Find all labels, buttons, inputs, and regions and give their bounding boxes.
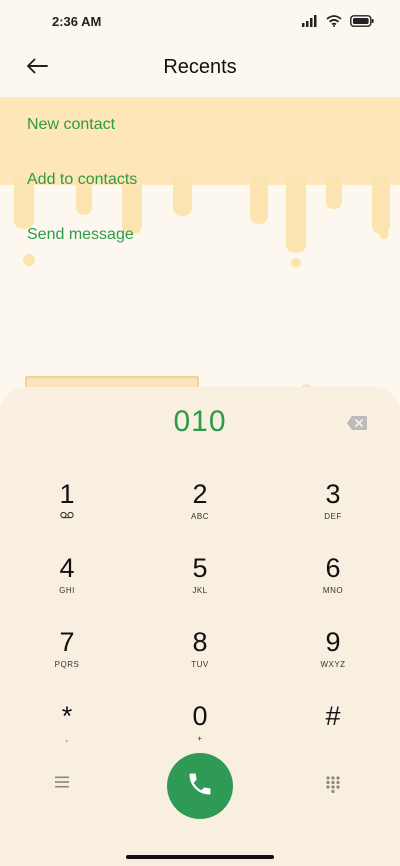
add-to-contacts-action[interactable]: Add to contacts [0, 152, 400, 207]
key-digit: 0 [192, 701, 208, 731]
menu-button[interactable] [54, 775, 76, 797]
phone-icon [186, 770, 214, 803]
backspace-icon [346, 416, 368, 435]
key-digit: 6 [325, 553, 341, 583]
dialpad-toggle-button[interactable] [325, 775, 347, 797]
status-time: 2:36 AM [52, 14, 102, 29]
header: Recents [0, 44, 400, 92]
key-4[interactable]: 4 GHI [7, 553, 127, 619]
status-bar: 2:36 AM [0, 0, 400, 44]
key-letters: GHI [59, 586, 75, 595]
key-1[interactable]: 1 [7, 479, 127, 545]
call-button[interactable] [167, 753, 233, 819]
key-digit: 2 [192, 479, 208, 509]
key-letters: WXYZ [320, 660, 346, 669]
key-letters: JKL [192, 586, 208, 595]
key-digit: 4 [59, 553, 75, 583]
key-letters: PQRS [54, 660, 80, 669]
key-8[interactable]: 8 TUV [140, 627, 260, 693]
home-indicator[interactable] [126, 855, 274, 859]
key-5[interactable]: 5 JKL [140, 553, 260, 619]
key-letters: , [65, 734, 69, 743]
voicemail-icon [7, 511, 127, 523]
menu-icon [54, 776, 70, 793]
key-letters: DEF [324, 512, 342, 521]
key-letters: + [197, 734, 203, 743]
key-digit: 8 [192, 627, 208, 657]
signal-icon [302, 14, 318, 32]
dialpad-icon [325, 776, 341, 797]
wifi-icon [326, 14, 342, 32]
key-digit: * [61, 701, 73, 731]
key-7[interactable]: 7 PQRS [7, 627, 127, 693]
page-title: Recents [163, 56, 237, 78]
send-message-action[interactable]: Send message [0, 207, 400, 262]
new-contact-action[interactable]: New contact [0, 97, 400, 152]
key-digit: 9 [325, 627, 341, 657]
status-icons [302, 14, 374, 32]
key-digit: 7 [59, 627, 75, 657]
key-9[interactable]: 9 WXYZ [273, 627, 393, 693]
key-letters: TUV [191, 660, 209, 669]
key-letters: ABC [191, 512, 209, 521]
key-6[interactable]: 6 MNO [273, 553, 393, 619]
key-digit: 1 [59, 479, 75, 509]
contact-actions: New contact Add to contacts Send message [0, 97, 400, 262]
dialed-number: 010 [173, 405, 227, 438]
key-letters: MNO [322, 586, 344, 595]
key-3[interactable]: 3 DEF [273, 479, 393, 545]
battery-icon [350, 14, 374, 32]
backspace-button[interactable] [346, 415, 368, 431]
key-2[interactable]: 2 ABC [140, 479, 260, 545]
key-digit: 3 [325, 479, 341, 509]
key-digit: 5 [192, 553, 208, 583]
key-digit: # [325, 701, 341, 731]
dialer-panel: 010 1 2 ABC 3 DEF 4 GHI 5 JKL 6 MNO 7 PQ… [0, 387, 400, 866]
dialer-bottom-row [0, 753, 400, 823]
